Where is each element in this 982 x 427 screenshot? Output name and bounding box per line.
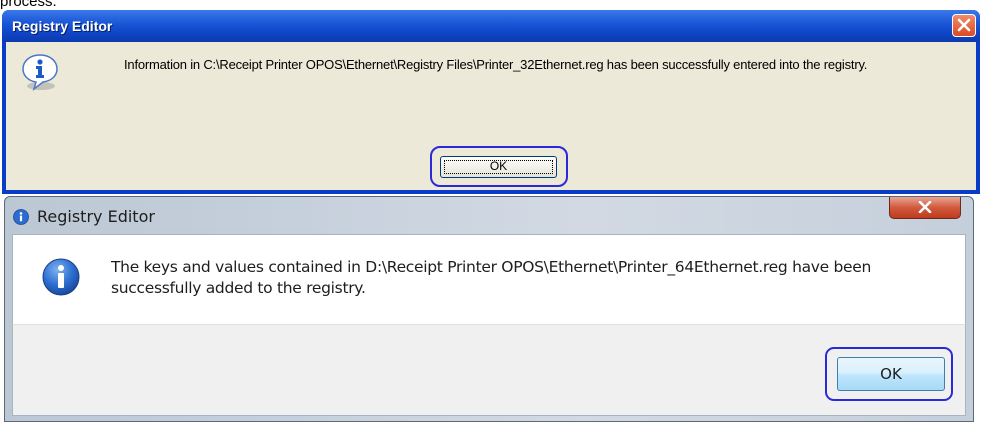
dialog-title: Registry Editor (37, 207, 155, 226)
dialog-title: Registry Editor (12, 18, 113, 34)
page-text-fragment: process. (0, 0, 57, 10)
dialog-body: The keys and values contained in D:\Rece… (12, 234, 966, 324)
ok-button[interactable]: OK (440, 156, 557, 178)
registry-editor-dialog-win7: Registry Editor The keys and values cont… (4, 196, 974, 422)
ok-button[interactable]: OK (837, 357, 945, 391)
dialog-message: The keys and values contained in D:\Rece… (111, 258, 872, 297)
dialog-message: Information in C:\Receipt Printer OPOS\E… (124, 57, 868, 72)
info-icon (13, 209, 29, 225)
close-button[interactable] (952, 14, 976, 37)
button-bar: OK (12, 324, 966, 416)
close-button[interactable] (889, 197, 961, 219)
registry-editor-dialog-xp: Registry Editor Information in C:\Receip… (2, 10, 980, 194)
close-icon (918, 201, 932, 213)
dialog-body: Information in C:\Receipt Printer OPOS\E… (6, 42, 976, 190)
info-icon (22, 54, 58, 92)
info-icon (42, 258, 80, 296)
title-bar[interactable]: Registry Editor (2, 10, 980, 42)
close-icon (957, 18, 971, 32)
